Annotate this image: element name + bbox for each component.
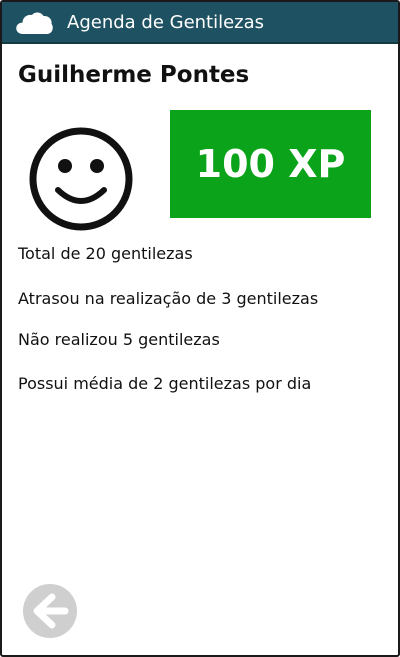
- smiley-icon: [29, 127, 133, 231]
- xp-badge: 100 XP: [170, 110, 371, 218]
- back-button[interactable]: [22, 583, 78, 639]
- xp-value: 100 XP: [195, 142, 346, 186]
- stat-daily-average: Possui média de 2 gentilezas por dia: [18, 374, 312, 393]
- stat-total-kindness: Total de 20 gentilezas: [18, 244, 193, 263]
- cloud-icon: [16, 12, 53, 34]
- app-window: Agenda de Gentilezas Guilherme Pontes 10…: [0, 0, 400, 657]
- stat-missed-kindness: Não realizou 5 gentilezas: [18, 330, 220, 349]
- user-name: Guilherme Pontes: [18, 62, 250, 88]
- title-bar: Agenda de Gentilezas: [2, 2, 398, 44]
- app-title: Agenda de Gentilezas: [67, 12, 265, 33]
- stat-late-kindness: Atrasou na realização de 3 gentilezas: [18, 289, 319, 308]
